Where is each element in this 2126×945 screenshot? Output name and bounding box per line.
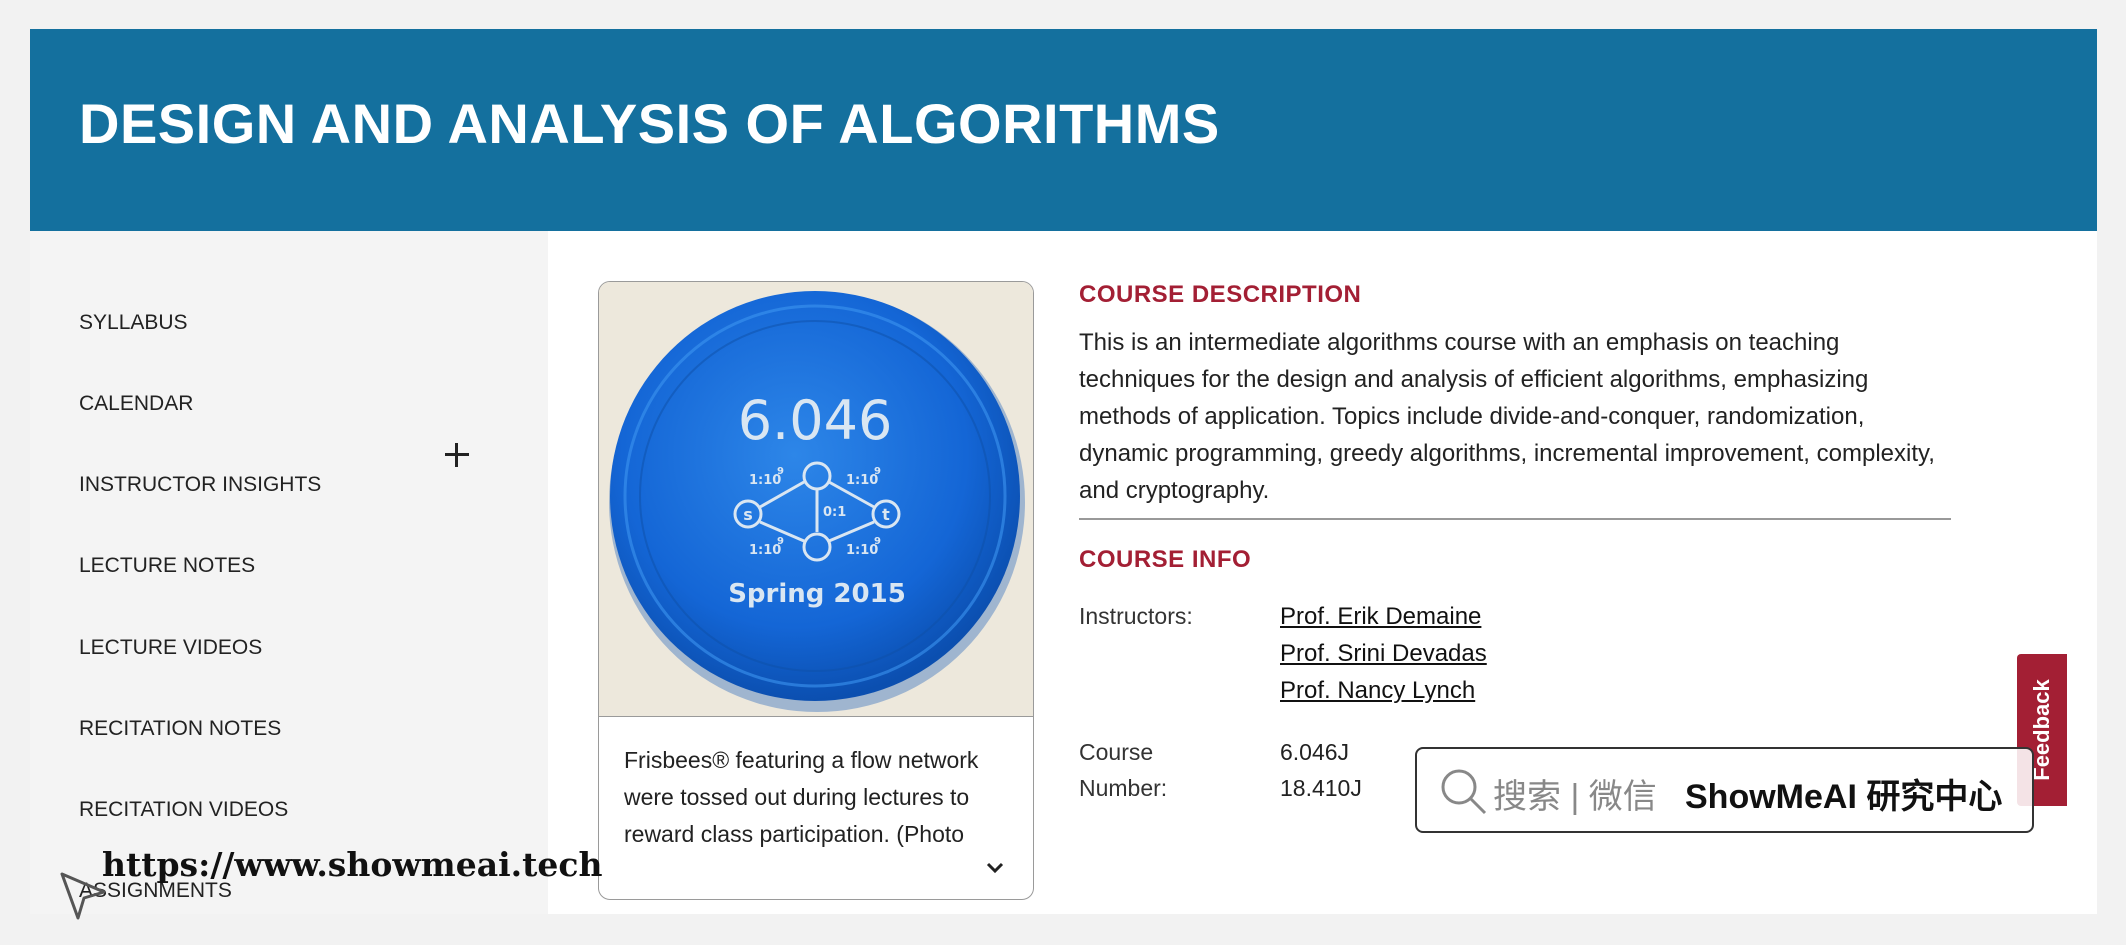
chevron-down-icon[interactable]: [983, 856, 1007, 880]
sidebar-item-instructor-insights[interactable]: INSTRUCTOR INSIGHTS: [79, 473, 321, 497]
course-description-title: COURSE DESCRIPTION: [1079, 281, 1362, 308]
sidebar-item-recitation-notes[interactable]: RECITATION NOTES: [79, 717, 281, 741]
sidebar-item-lecture-notes[interactable]: LECTURE NOTES: [79, 554, 255, 578]
instructor-link-demaine[interactable]: Prof. Erik Demaine: [1280, 603, 1481, 631]
frisbee-exponent: 9: [777, 536, 784, 547]
course-header: DESIGN AND ANALYSIS OF ALGORITHMS: [30, 29, 2097, 231]
watermark-url: https://www.showmeai.tech: [102, 845, 603, 884]
frisbee-node-t: t: [882, 505, 890, 524]
frisbee-node-s: s: [743, 505, 753, 524]
course-number-value: 6.046J: [1280, 739, 1350, 765]
course-image: 6.046 s t 1:10 1:10 1:10 1:10 0:1 9 9 9 …: [599, 282, 1033, 716]
instructor-link-devadas[interactable]: Prof. Srini Devadas: [1280, 640, 1487, 668]
search-icon: [1441, 769, 1487, 815]
sidebar-item-lecture-videos[interactable]: LECTURE VIDEOS: [79, 636, 262, 660]
instructors-label: Instructors:: [1079, 603, 1193, 629]
card-divider: [599, 716, 1033, 717]
sidebar-item-recitation-videos[interactable]: RECITATION VIDEOS: [79, 798, 288, 822]
course-title: DESIGN AND ANALYSIS OF ALGORITHMS: [79, 92, 1220, 155]
frisbee-exponent: 9: [874, 536, 881, 547]
image-caption: Frisbees® featuring a flow network were …: [624, 747, 979, 847]
course-info-title: COURSE INFO: [1079, 546, 1252, 573]
sidebar-item-syllabus[interactable]: SYLLABUS: [79, 311, 188, 335]
course-number-value: 18.410J: [1280, 775, 1362, 801]
frisbee-course-number: 6.046: [738, 389, 893, 452]
frisbee-term: Spring 2015: [728, 579, 906, 609]
course-number-label: Course: [1079, 739, 1154, 765]
sidebar-nav: SYLLABUS CALENDAR INSTRUCTOR INSIGHTS LE…: [30, 231, 548, 914]
watermark-search-box: 搜索 | 微信 ShowMeAI 研究中心: [1415, 747, 2034, 833]
section-divider: [1079, 518, 1951, 520]
sidebar-item-calendar[interactable]: CALENDAR: [79, 392, 193, 416]
frisbee-exponent: 9: [777, 466, 784, 477]
course-description-text: This is an intermediate algorithms cours…: [1079, 329, 1935, 504]
frisbee-illustration: 6.046 s t 1:10 1:10 1:10 1:10 0:1 9 9 9 …: [599, 282, 1033, 716]
plus-icon[interactable]: [442, 440, 472, 470]
frisbee-exponent: 9: [874, 466, 881, 477]
instructor-link-lynch[interactable]: Prof. Nancy Lynch: [1280, 677, 1475, 705]
course-image-card: 6.046 s t 1:10 1:10 1:10 1:10 0:1 9 9 9 …: [598, 281, 1034, 900]
frisbee-edge-label: 0:1: [823, 505, 846, 520]
watermark-brand: ShowMeAI 研究中心: [1685, 778, 2003, 816]
watermark-search-text: 搜索 | 微信: [1493, 778, 1657, 816]
course-number-label-line2: Number:: [1079, 775, 1168, 801]
